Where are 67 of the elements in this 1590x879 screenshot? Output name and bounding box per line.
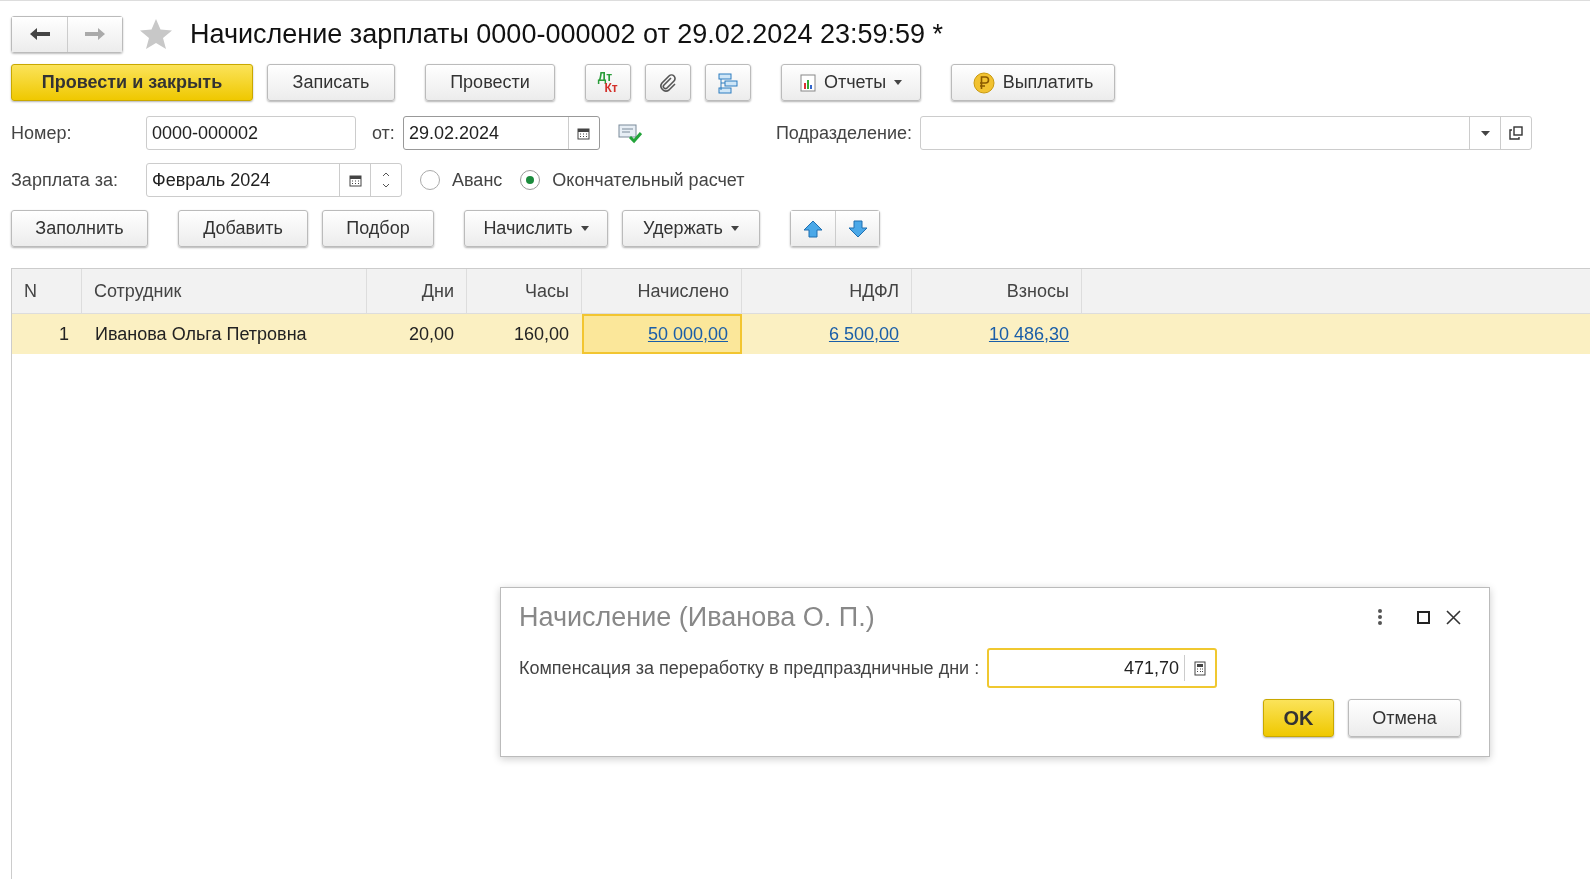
column-header[interactable]: Начислено <box>582 269 742 313</box>
calendar-icon <box>348 173 362 187</box>
table-toolbar-button[interactable]: Добавить <box>178 210 308 247</box>
paperclip-icon <box>658 72 678 93</box>
number-field[interactable]: 0000-000002 <box>146 116 356 150</box>
report-icon <box>799 73 816 92</box>
column-header[interactable]: Дни <box>367 269 467 313</box>
dialog-button[interactable]: OK <box>1263 699 1334 737</box>
forward-arrow-icon <box>84 27 106 41</box>
division-field[interactable] <box>920 116 1533 150</box>
caret-icon <box>580 226 589 231</box>
reports-button[interactable]: Отчеты <box>781 64 921 101</box>
table-cell-link[interactable]: 6 500,00 <box>828 324 899 344</box>
window-title: Начисление зарплаты 0000-000002 от 29.02.2024 23:59:59 * <box>190 18 944 50</box>
column-header[interactable]: Часы <box>467 269 582 313</box>
table-cell: Иванова Ольга Петровна <box>95 324 307 344</box>
post-and-close-button[interactable]: Провести и закрыть <box>11 64 253 101</box>
date-label: от: <box>372 122 395 144</box>
period-field[interactable]: Февраль 2024 <box>146 163 402 197</box>
post-button[interactable]: Провести <box>425 64 555 101</box>
column-header[interactable]: НДФЛ <box>742 269 912 313</box>
maximize-icon[interactable] <box>1417 610 1430 624</box>
structure-button[interactable] <box>705 64 751 101</box>
caret-icon <box>730 226 739 231</box>
radio-option[interactable]: Окончательный расчет <box>520 169 745 191</box>
document-check-icon[interactable] <box>617 122 642 144</box>
table-cell: 160,00 <box>513 324 569 344</box>
dt-kt-button[interactable]: Дт Кт <box>585 64 631 101</box>
back-button[interactable] <box>12 16 67 52</box>
field-label: Компенсация за переработку в предпраздничные дни : <box>519 657 980 679</box>
table-cell-link[interactable]: 10 486,30 <box>988 324 1069 344</box>
save-button[interactable]: Записать <box>267 64 395 101</box>
period-label: Зарплата за: <box>11 169 120 191</box>
back-arrow-icon <box>28 27 51 41</box>
caret-icon <box>894 80 903 85</box>
column-header[interactable]: N <box>12 269 82 313</box>
open-window-icon <box>1509 126 1524 140</box>
pay-button[interactable]: Выплатить <box>951 64 1115 101</box>
table-toolbar-button[interactable]: Начислить <box>464 210 608 247</box>
calculator-icon <box>1194 660 1207 676</box>
amount-field[interactable]: 471,70 <box>987 648 1218 688</box>
table-cell: 20,00 <box>408 324 454 344</box>
attachment-button[interactable] <box>645 64 691 101</box>
calendar-icon <box>577 126 591 140</box>
table-cell: 1 <box>59 324 69 344</box>
up-arrow-icon <box>803 219 823 238</box>
move-down-button[interactable] <box>835 211 879 246</box>
column-header[interactable]: Сотрудник <box>82 269 367 313</box>
table-toolbar-button[interactable]: Подбор <box>322 210 434 247</box>
table-toolbar-button[interactable]: Заполнить <box>11 210 148 247</box>
spinner-icon <box>382 170 390 190</box>
dialog-button[interactable]: Отмена <box>1348 699 1461 737</box>
dialog-title: Начисление (Иванова О. П.) <box>519 601 876 633</box>
close-icon[interactable] <box>1446 609 1461 625</box>
hierarchy-icon <box>717 71 739 94</box>
radio-option[interactable]: Аванс <box>420 169 503 191</box>
ruble-coin-icon <box>972 71 995 94</box>
move-up-button[interactable] <box>791 211 835 246</box>
table-toolbar-button[interactable]: Удержать <box>622 210 760 247</box>
column-header[interactable]: Взносы <box>912 269 1082 313</box>
dropdown-caret-icon <box>1480 130 1490 136</box>
down-arrow-icon <box>847 219 868 238</box>
date-field[interactable]: 29.02.2024 <box>402 116 600 150</box>
division-label: Подразделение: <box>775 122 913 144</box>
number-label: Номер: <box>11 122 73 144</box>
star-icon[interactable] <box>139 18 173 50</box>
more-icon[interactable] <box>1377 608 1383 626</box>
